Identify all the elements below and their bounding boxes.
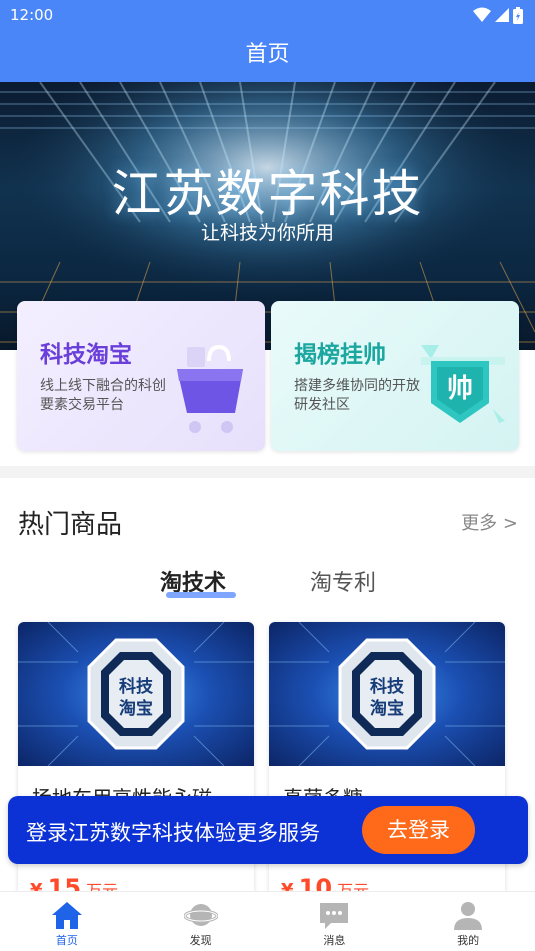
nav-item-messages[interactable]: 消息 [268, 892, 402, 951]
planet-icon [183, 904, 218, 926]
logo-text-line1: 科技 [119, 676, 154, 697]
signal-icon [495, 8, 509, 22]
page-title: 首页 [245, 42, 290, 67]
wifi-icon [473, 7, 491, 22]
login-button[interactable]: 去登录 [362, 806, 475, 854]
user-icon [454, 902, 483, 930]
logo-text-line2: 淘宝 [370, 698, 404, 719]
feature-title: 科技淘宝 [40, 342, 132, 368]
home-screen: 12:00 首页 江苏数字科技 让科技为你所用 科技淘宝 线上线下融合的科创要素… [0, 0, 535, 951]
feature-description: 线上线下融合的科创要素交易平台 [40, 378, 166, 413]
nav-label: 消息 [323, 934, 346, 947]
status-bar: 12:00 [0, 0, 535, 30]
app-header: 12:00 首页 [0, 0, 535, 82]
tech-taobao-logo: 科技 淘宝 [18, 622, 254, 766]
nav-label: 发现 [189, 934, 212, 947]
tech-taobao-logo: 科技 淘宝 [269, 622, 505, 766]
home-icon [51, 902, 82, 929]
logo-text-line2: 淘宝 [119, 698, 153, 719]
status-time: 12:00 [10, 6, 54, 24]
login-prompt-banner: 登录江苏数字科技体验更多服务 去登录 [8, 796, 528, 864]
logo-text-line1: 科技 [370, 676, 405, 697]
bottom-navigation: 首页 发现 消息 我的 [0, 891, 535, 951]
feature-description: 搭建多维协同的开放研发社区 [294, 378, 420, 413]
battery-icon [513, 6, 523, 24]
badge-text: 帅 [447, 374, 473, 404]
nav-item-profile[interactable]: 我的 [401, 892, 535, 951]
section-title-hot-goods: 热门商品 [18, 510, 123, 540]
message-icon [320, 903, 349, 929]
nav-label: 首页 [55, 934, 78, 947]
nav-label: 我的 [457, 934, 480, 947]
tab-tao-zhuanli[interactable]: 淘专利 [310, 565, 376, 597]
feature-card-jiebang-guashuai[interactable]: 揭榜挂帅 搭建多维协同的开放研发社区 帅 [271, 301, 519, 451]
product-image: 科技 淘宝 [269, 622, 505, 766]
feature-card-tech-taobao[interactable]: 科技淘宝 线上线下融合的科创要素交易平台 [17, 301, 265, 451]
nav-item-discover[interactable]: 发现 [134, 892, 268, 951]
status-icons [473, 6, 523, 24]
product-card[interactable]: 科技 淘宝 真菌多糖 ¥ 10 万元 [269, 622, 505, 912]
hero-subtitle: 让科技为你所用 [200, 222, 334, 244]
product-image: 科技 淘宝 [18, 622, 254, 766]
more-link[interactable]: 更多 > [461, 509, 518, 535]
nav-item-home[interactable]: 首页 [0, 892, 134, 951]
active-tab-indicator [166, 592, 236, 598]
section-divider [0, 466, 535, 478]
shuai-badge-icon: 帅 [421, 345, 505, 423]
product-card[interactable]: 科技 淘宝 扬地车用高性能永磁 ¥ 15 万元 [18, 622, 254, 912]
shopping-cart-icon [177, 344, 243, 433]
login-prompt-text: 登录江苏数字科技体验更多服务 [26, 821, 320, 845]
feature-title: 揭榜挂帅 [294, 342, 386, 368]
hero-title: 江苏数字科技 [111, 165, 424, 223]
